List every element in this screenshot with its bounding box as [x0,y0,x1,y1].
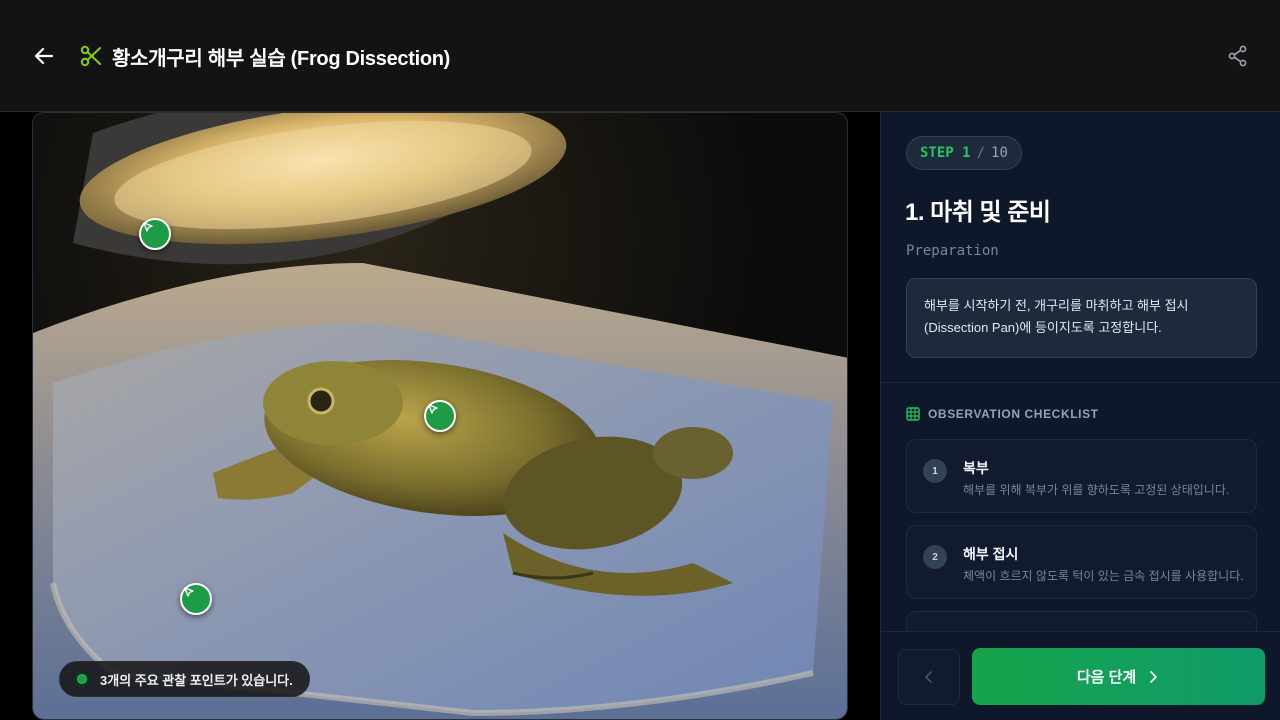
step-badge: STEP 1 / 10 [906,136,1022,170]
checklist-item-desc: 체액이 흐르지 않도록 턱이 있는 금속 접시를 사용합니다. [963,569,1244,583]
share-button[interactable] [1226,44,1250,68]
cursor-arrow-icon [428,404,438,414]
checklist-item-number: 1 [923,459,947,483]
grid-icon [906,407,920,421]
image-stage: 3개의 주요 관찰 포인트가 있습니다. [0,112,880,720]
checklist-heading-label: OBSERVATION CHECKLIST [928,407,1099,421]
step-panel: STEP 1 / 10 1. 마취 및 준비 Preparation 해부를 시… [880,112,1280,720]
step-title: 1. 마취 및 준비 [905,199,1051,226]
checklist-item-title: 해부 접시 [963,546,1019,562]
divider [881,382,1280,383]
hotspot-hint-pill: 3개의 주요 관찰 포인트가 있습니다. [59,661,310,697]
step-subtitle: Preparation [906,243,999,259]
arrow-left-icon [34,47,54,65]
step-total: 10 [991,145,1008,161]
scissors-icon [80,45,101,67]
frog-dissection-photo: 3개의 주요 관찰 포인트가 있습니다. [32,112,848,720]
cursor-arrow-icon [143,222,153,232]
pulse-dot-icon [74,671,90,687]
back-button[interactable] [30,42,58,70]
next-step-button[interactable]: 다음 단계 [972,648,1265,705]
share-icon [1228,45,1247,67]
checklist-item[interactable]: 2 해부 접시 체액이 흐르지 않도록 턱이 있는 금속 접시를 사용합니다. [906,525,1257,599]
hotspot-lamp[interactable] [139,218,171,250]
hint-text: 3개의 주요 관찰 포인트가 있습니다. [100,672,293,688]
next-step-label: 다음 단계 [1076,669,1137,686]
step-description: 해부를 시작하기 전, 개구리를 마취하고 해부 접시 (Dissection … [906,278,1257,358]
checklist-heading: OBSERVATION CHECKLIST [906,407,1099,421]
prev-step-button[interactable] [898,649,960,705]
page-title: 황소개구리 해부 실습 (Frog Dissection) [112,48,451,70]
step-label: STEP 1 [920,145,971,161]
panel-footer: 다음 단계 [881,631,1280,720]
cursor-arrow-icon [184,587,194,597]
checklist-item-title: 복부 [963,460,989,476]
hotspot-tray[interactable] [180,583,212,615]
checklist-item-number: 2 [923,545,947,569]
step-separator: / [976,145,986,161]
chevron-right-icon [1150,670,1158,683]
checklist-item[interactable]: 1 복부 해부를 위해 복부가 위를 향하도록 고정된 상태입니다. [906,439,1257,513]
hotspot-frog[interactable] [424,400,456,432]
chevron-left-icon [925,671,932,683]
checklist-item-desc: 해부를 위해 복부가 위를 향하도록 고정된 상태입니다. [963,483,1230,497]
app-header: 황소개구리 해부 실습 (Frog Dissection) [0,0,1280,112]
